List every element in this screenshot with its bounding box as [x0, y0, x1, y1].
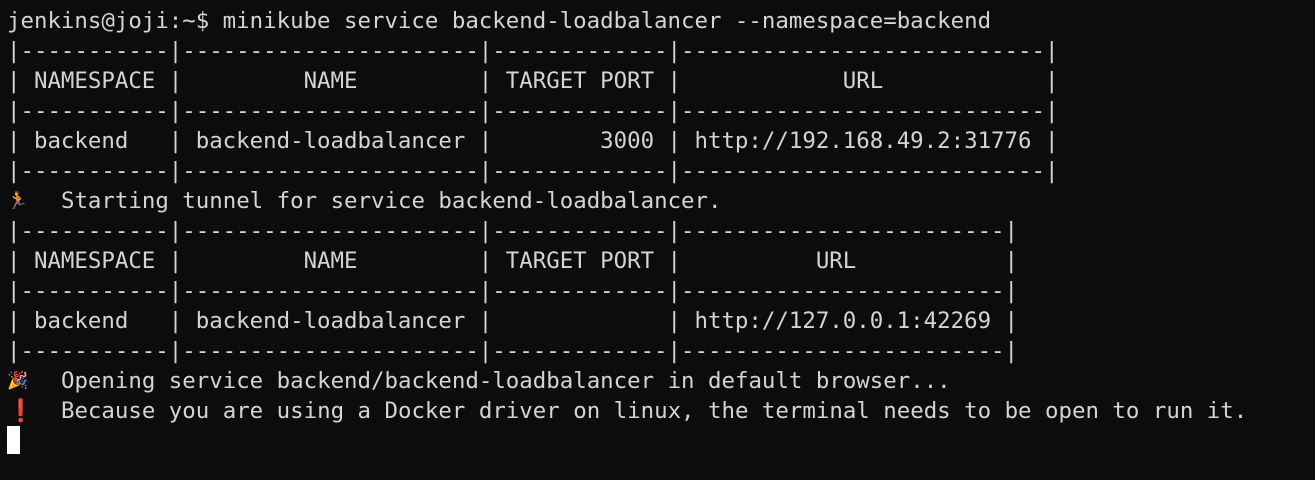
input-line[interactable]	[7, 426, 1315, 456]
tunnel-message-line: 🏃 Starting tunnel for service backend-lo…	[7, 186, 1315, 216]
table2-header-row: | NAMESPACE | NAME | TARGET PORT | URL |	[7, 248, 1019, 274]
party-popper-icon: 🎉	[7, 371, 29, 391]
table1-border: |-----------|----------------------|----…	[7, 38, 1059, 64]
runner-icon: 🏃	[7, 191, 29, 211]
tunnel-message-text: Starting tunnel for service backend-load…	[34, 188, 722, 214]
table1-border: |-----------|----------------------|----…	[7, 98, 1059, 124]
table2-border: |-----------|----------------------|----…	[7, 278, 1019, 304]
warning-message-text: Because you are using a Docker driver on…	[34, 398, 1248, 424]
terminal-window[interactable]: jenkins@joji:~$ minikube service backend…	[0, 0, 1315, 480]
table1-border: |-----------|----------------------|----…	[7, 158, 1059, 184]
table1-data-row: | backend | backend-loadbalancer | 3000 …	[7, 128, 1059, 154]
table2-border: |-----------|----------------------|----…	[7, 218, 1019, 244]
warning-message-line: ❗ Because you are using a Docker driver …	[7, 396, 1315, 426]
exclamation-icon: ❗	[7, 399, 35, 424]
terminal-cursor	[7, 426, 20, 454]
opening-message-line: 🎉 Opening service backend/backend-loadba…	[7, 366, 1315, 396]
table1-header-row: | NAMESPACE | NAME | TARGET PORT | URL |	[7, 68, 1059, 94]
table2-data-row: | backend | backend-loadbalancer | | htt…	[7, 308, 1019, 334]
command-line: jenkins@joji:~$ minikube service backend…	[7, 8, 992, 34]
table2-border: |-----------|----------------------|----…	[7, 338, 1019, 364]
opening-message-text: Opening service backend/backend-loadbala…	[34, 368, 951, 394]
